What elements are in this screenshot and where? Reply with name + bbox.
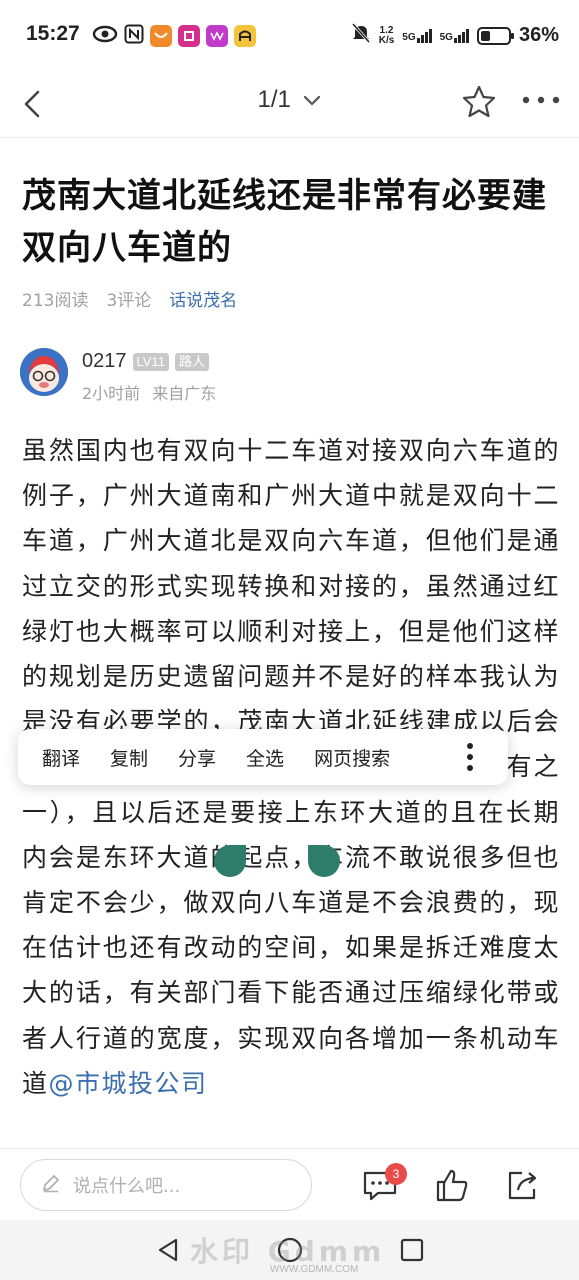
network-speed: 1.2 K/s bbox=[378, 25, 395, 46]
author-name-row: 0217 LV11 路人 bbox=[82, 350, 209, 373]
avatar[interactable] bbox=[20, 348, 68, 396]
watermark-url: WWW.GDMM.COM bbox=[270, 1264, 359, 1275]
nav-recents-icon[interactable] bbox=[398, 1236, 426, 1264]
role-badge: 路人 bbox=[174, 352, 209, 371]
article-title: 茂南大道北延线还是非常有必要建双向八车道的 bbox=[22, 176, 547, 268]
author-block: 0217 LV11 路人 2小时前 来自广东 bbox=[20, 348, 560, 408]
comment-count-badge: 3 bbox=[385, 1163, 407, 1185]
post-location: 来自广东 bbox=[152, 384, 217, 403]
signal-5g-2: 5G bbox=[439, 28, 469, 43]
page-indicator-label: 1/1 bbox=[257, 86, 291, 113]
tieba-icon bbox=[178, 25, 200, 47]
chevron-down-icon bbox=[302, 87, 322, 115]
status-bar: 15:27 1.2 K/s 5G 5G 36% bbox=[0, 0, 579, 72]
body-text: 向主干道（没有之一），且以后还是要接上东环大道的且在长期内会是东环大道的起点，车… bbox=[22, 752, 560, 1098]
signal-label: 5G bbox=[439, 31, 453, 43]
nfc-icon bbox=[124, 24, 144, 48]
eye-icon bbox=[92, 25, 118, 47]
bottom-bar: 说点什么吧... 3 bbox=[0, 1148, 579, 1220]
menu-share[interactable]: 分享 bbox=[178, 744, 216, 771]
menu-web-search[interactable]: 网页搜索 bbox=[314, 744, 390, 771]
app-icon bbox=[234, 25, 256, 47]
more-vertical-icon[interactable] bbox=[466, 741, 474, 773]
star-icon[interactable] bbox=[459, 82, 499, 122]
topic-link[interactable]: 话说茂名 bbox=[169, 286, 237, 311]
battery-percent: 36% bbox=[518, 24, 559, 46]
more-icon[interactable] bbox=[519, 90, 563, 110]
comment-count-text: 3评论 bbox=[106, 291, 152, 311]
selection-handle-end[interactable] bbox=[308, 845, 340, 877]
menu-copy[interactable]: 复制 bbox=[110, 744, 148, 771]
status-time: 15:27 bbox=[26, 22, 80, 45]
system-nav-bar: 水印 Gdmm WWW.GDMM.COM bbox=[0, 1220, 579, 1280]
author-name[interactable]: 0217 bbox=[82, 350, 127, 373]
battery-fill bbox=[480, 30, 491, 41]
menu-translate[interactable]: 翻译 bbox=[42, 744, 80, 771]
comment-placeholder: 说点什么吧... bbox=[73, 1176, 181, 1197]
article-body: 虽然国内也有双向十二车道对接双向六车道的例子，广州大道南和广州大道中就是双向十二… bbox=[22, 428, 560, 1144]
like-icon[interactable] bbox=[432, 1165, 472, 1205]
level-badge: LV11 bbox=[132, 352, 169, 371]
signal-5g-1: 5G bbox=[402, 28, 432, 43]
battery-icon bbox=[476, 26, 514, 45]
post-time: 2小时前 bbox=[82, 384, 141, 403]
article-meta: 213阅读 3评论 话说茂名 bbox=[22, 286, 237, 311]
mute-icon bbox=[351, 22, 371, 49]
nav-back-icon[interactable] bbox=[154, 1236, 182, 1264]
net-speed-unit: K/s bbox=[378, 34, 395, 46]
selection-handle-start[interactable] bbox=[214, 845, 246, 877]
top-nav: 1/1 bbox=[0, 72, 579, 138]
author-sub: 2小时前 来自广东 bbox=[82, 380, 216, 404]
share-icon[interactable] bbox=[502, 1165, 542, 1205]
mention-link[interactable]: @市城投公司 bbox=[49, 1069, 208, 1098]
text-selection-menu: 翻译 复制 分享 全选 网页搜索 bbox=[18, 729, 508, 785]
menu-select-all[interactable]: 全选 bbox=[246, 744, 284, 771]
taobao-icon bbox=[150, 25, 172, 47]
signal-label: 5G bbox=[402, 31, 416, 43]
notification-icons bbox=[92, 24, 256, 48]
vipshop-icon bbox=[206, 25, 228, 47]
system-icons: 1.2 K/s 5G 5G 36% bbox=[351, 22, 559, 49]
read-count: 213阅读 bbox=[22, 291, 89, 311]
pencil-icon bbox=[41, 1173, 61, 1198]
comment-input[interactable]: 说点什么吧... bbox=[20, 1159, 312, 1211]
